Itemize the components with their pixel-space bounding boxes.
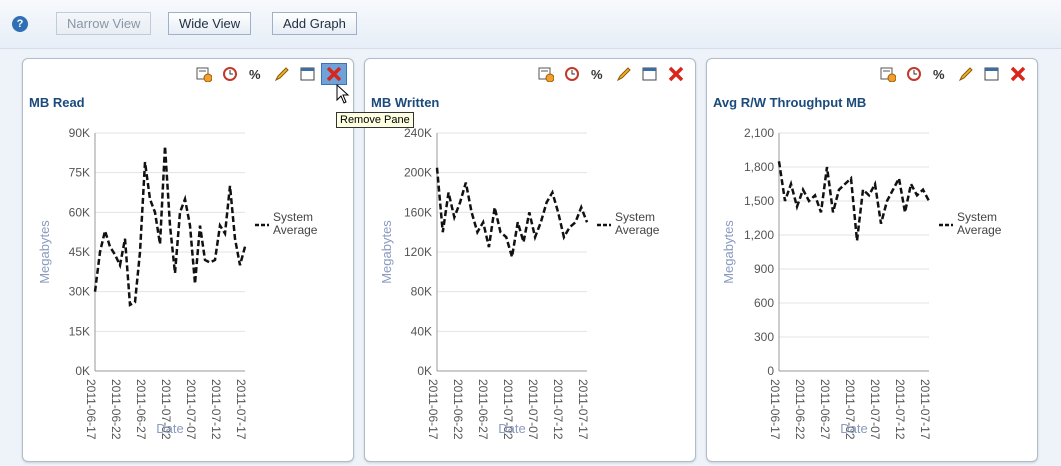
clock-icon[interactable] (559, 63, 585, 85)
line-chart: 0K 15K 30K 45K 60K 75K 90K Megabytes 2011-06-17 2… (37, 126, 318, 440)
x-tick-label: 2011-06-17 (768, 379, 782, 440)
x-axis-label: Date (498, 421, 525, 436)
y-tick-label: 15K (69, 324, 90, 338)
graph-pane-mb-written: % MB Written 0K 40K 80K 120K 160K 200K 240K Meg… (364, 58, 696, 462)
help-icon[interactable]: ? (12, 16, 28, 32)
legend-label: System (957, 210, 997, 224)
legend-label: Average (615, 223, 660, 237)
pane-title: Avg R/W Throughput MB (713, 95, 867, 110)
dashboard-toolbar: ? Narrow View Wide View Add Graph (0, 0, 1061, 49)
remove-pane-icon[interactable] (321, 63, 347, 85)
remove-pane-icon[interactable] (663, 63, 689, 85)
x-tick-label: 2011-06-27 (818, 379, 832, 440)
remove-pane-icon[interactable] (1005, 63, 1031, 85)
narrow-view-button[interactable]: Narrow View (56, 12, 152, 35)
x-tick-label: 2011-07-12 (551, 379, 565, 440)
y-tick-label: 75K (69, 166, 90, 180)
y-axis-label: Megabytes (721, 220, 736, 284)
pane-title: MB Written (371, 95, 440, 110)
x-tick-label: 2011-07-07 (184, 379, 198, 440)
graph-pane-avg-throughput: % Avg R/W Throughput MB 0 300 600 900 1,200 1… (706, 58, 1038, 462)
x-tick-label: 2011-06-17 (84, 379, 98, 440)
percent-icon[interactable]: % (243, 63, 269, 85)
edit-pencil-icon[interactable] (611, 63, 637, 85)
x-tick-label: 2011-07-12 (893, 379, 907, 440)
line-chart: 0K 40K 80K 120K 160K 200K 240K Megabytes 2011-06… (379, 126, 660, 440)
x-tick-label: 2011-06-27 (134, 379, 148, 440)
y-tick-label: 80K (411, 285, 432, 299)
x-tick-label: 2011-07-17 (576, 379, 590, 440)
pane-toolbar: % (533, 63, 689, 85)
calendar-icon[interactable] (533, 63, 559, 85)
x-tick-label: 2011-07-12 (209, 379, 223, 440)
y-tick-label: 600 (754, 296, 774, 310)
x-axis-label: Date (156, 421, 183, 436)
x-axis-label: Date (840, 421, 867, 436)
y-axis-label: Megabytes (379, 220, 394, 284)
maximize-icon[interactable] (295, 63, 321, 85)
legend-label: System (273, 210, 313, 224)
graph-pane-mb-read: % MB Read 0K 15K 30K 45K 60K 75K 90K Megabytes 2… (22, 58, 354, 462)
y-tick-label: 45K (69, 245, 90, 259)
add-graph-button[interactable]: Add Graph (272, 12, 357, 35)
y-tick-label: 0 (767, 364, 774, 378)
calendar-icon[interactable] (191, 63, 217, 85)
maximize-icon[interactable] (637, 63, 663, 85)
y-tick-label: 1,500 (744, 194, 774, 208)
y-tick-label: 300 (754, 330, 774, 344)
clock-icon[interactable] (901, 63, 927, 85)
legend-label: System (615, 210, 655, 224)
clock-icon[interactable] (217, 63, 243, 85)
legend-label: Average (273, 223, 318, 237)
x-tick-label: 2011-06-22 (109, 379, 123, 440)
x-tick-label: 2011-07-17 (234, 379, 248, 440)
percent-icon[interactable]: % (585, 63, 611, 85)
legend-label: Average (957, 223, 1002, 237)
x-tick-label: 2011-06-17 (426, 379, 440, 440)
line-chart: 0 300 600 900 1,200 1,500 1,800 2,100 Megabytes 2… (721, 126, 1002, 440)
y-tick-label: 200K (404, 166, 432, 180)
y-tick-label: 2,100 (744, 126, 774, 140)
wide-view-button[interactable]: Wide View (168, 12, 252, 35)
edit-pencil-icon[interactable] (953, 63, 979, 85)
mouse-cursor-icon (336, 84, 350, 104)
y-tick-label: 160K (404, 205, 432, 219)
pane-title: MB Read (29, 95, 85, 110)
svg-text:%: % (249, 67, 261, 82)
y-tick-label: 120K (404, 245, 432, 259)
y-axis-label: Megabytes (37, 220, 52, 284)
y-tick-label: 0K (75, 364, 90, 378)
remove-pane-tooltip: Remove Pane (336, 112, 414, 128)
maximize-icon[interactable] (979, 63, 1005, 85)
x-tick-label: 2011-07-07 (526, 379, 540, 440)
y-tick-label: 240K (404, 126, 432, 140)
x-tick-label: 2011-06-22 (793, 379, 807, 440)
svg-text:%: % (591, 67, 603, 82)
y-tick-label: 40K (411, 324, 432, 338)
y-tick-label: 1,800 (744, 160, 774, 174)
x-tick-label: 2011-07-17 (918, 379, 932, 440)
y-tick-label: 90K (69, 126, 90, 140)
x-tick-label: 2011-06-22 (451, 379, 465, 440)
x-tick-label: 2011-07-07 (868, 379, 882, 440)
y-tick-label: 900 (754, 262, 774, 276)
edit-pencil-icon[interactable] (269, 63, 295, 85)
svg-text:%: % (933, 67, 945, 82)
pane-toolbar: % (191, 63, 347, 85)
pane-toolbar: % (875, 63, 1031, 85)
series-line (93, 146, 247, 307)
calendar-icon[interactable] (875, 63, 901, 85)
y-tick-label: 1,200 (744, 228, 774, 242)
percent-icon[interactable]: % (927, 63, 953, 85)
x-tick-label: 2011-06-27 (476, 379, 490, 440)
y-tick-label: 30K (69, 285, 90, 299)
y-tick-label: 60K (69, 205, 90, 219)
y-tick-label: 0K (417, 364, 432, 378)
